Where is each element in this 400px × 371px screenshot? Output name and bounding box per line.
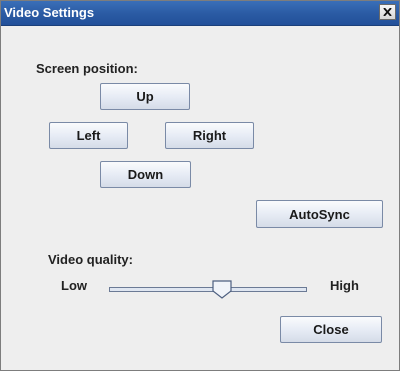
video-quality-slider-thumb[interactable] [212,280,232,299]
window-title: Video Settings [4,5,95,20]
video-settings-dialog: Video Settings Screen position: Up Left … [0,0,400,371]
video-quality-slider-track[interactable] [109,287,307,292]
autosync-button[interactable]: AutoSync [256,200,383,228]
down-button[interactable]: Down [100,161,191,188]
title-bar[interactable]: Video Settings [1,1,399,26]
close-icon [383,8,392,16]
video-quality-label: Video quality: [48,252,133,267]
right-button[interactable]: Right [165,122,254,149]
up-button[interactable]: Up [100,83,190,110]
close-button[interactable]: Close [280,316,382,343]
quality-low-label: Low [61,278,87,293]
left-button[interactable]: Left [49,122,128,149]
quality-high-label: High [330,278,359,293]
screen-position-label: Screen position: [36,61,138,76]
window-close-button[interactable] [379,4,396,20]
